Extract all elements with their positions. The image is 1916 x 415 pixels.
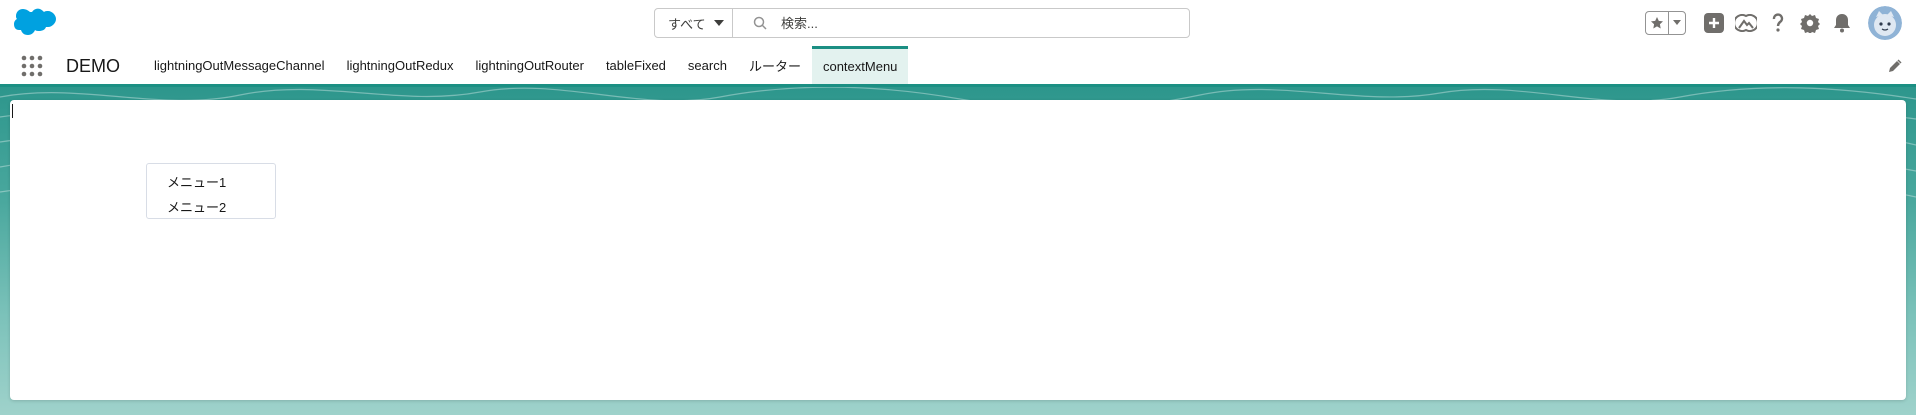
tab-label: lightningOutMessageChannel bbox=[154, 57, 325, 73]
tab-lightningoutredux[interactable]: lightningOutRedux bbox=[336, 46, 465, 84]
edit-nav-pencil-icon[interactable] bbox=[1888, 59, 1902, 73]
tab-label: lightningOutRouter bbox=[475, 57, 584, 73]
tab-label: search bbox=[687, 57, 727, 73]
app-launcher-waffle-icon[interactable] bbox=[21, 55, 43, 77]
context-menu-item[interactable]: メニュー2 bbox=[147, 195, 275, 220]
setup-gear-icon[interactable] bbox=[1798, 11, 1822, 35]
app-nav-bar: DEMO lightningOutMessageChannel lightnin… bbox=[0, 46, 1916, 87]
tab-contextmenu[interactable]: contextMenu bbox=[811, 46, 909, 84]
text-cursor bbox=[12, 104, 13, 118]
help-icon[interactable] bbox=[1766, 11, 1790, 35]
favorite-star-icon[interactable] bbox=[1646, 12, 1669, 34]
tab-label: contextMenu bbox=[822, 59, 898, 74]
content-card: メニュー1 メニュー2 bbox=[10, 100, 1906, 400]
tab-search[interactable]: search bbox=[677, 46, 738, 84]
favorites-button-group bbox=[1645, 11, 1686, 35]
tab-router[interactable]: ルーター bbox=[738, 46, 812, 84]
search-scope-dropdown[interactable]: すべて bbox=[655, 9, 733, 37]
app-name: DEMO bbox=[66, 56, 120, 76]
trailhead-icon[interactable] bbox=[1734, 11, 1758, 35]
favorites-menu-chevron-icon[interactable] bbox=[1669, 12, 1685, 34]
global-search: すべて bbox=[654, 8, 1190, 38]
salesforce-logo-icon[interactable] bbox=[14, 7, 58, 39]
global-create-icon[interactable] bbox=[1702, 11, 1726, 35]
context-menu: メニュー1 メニュー2 bbox=[146, 163, 276, 219]
context-menu-item[interactable]: メニュー1 bbox=[147, 170, 275, 195]
search-icon bbox=[753, 16, 767, 30]
tab-label: tableFixed bbox=[605, 57, 666, 73]
search-input[interactable] bbox=[779, 14, 1163, 32]
notifications-bell-icon[interactable] bbox=[1830, 11, 1854, 35]
search-scope-label: すべて bbox=[668, 16, 706, 32]
nav-tabs: lightningOutMessageChannel lightningOutR… bbox=[143, 46, 909, 84]
global-header: すべて bbox=[0, 0, 1916, 46]
tab-lightningoutrouter[interactable]: lightningOutRouter bbox=[465, 46, 595, 84]
tab-label: lightningOutRedux bbox=[346, 57, 454, 73]
caret-down-icon bbox=[713, 20, 724, 26]
user-avatar[interactable] bbox=[1868, 6, 1902, 40]
header-tools bbox=[1645, 5, 1902, 41]
tab-lightningoutmessagechannel[interactable]: lightningOutMessageChannel bbox=[143, 46, 336, 84]
tab-tablefixed[interactable]: tableFixed bbox=[595, 46, 677, 84]
tab-label: ルーター bbox=[748, 58, 801, 74]
